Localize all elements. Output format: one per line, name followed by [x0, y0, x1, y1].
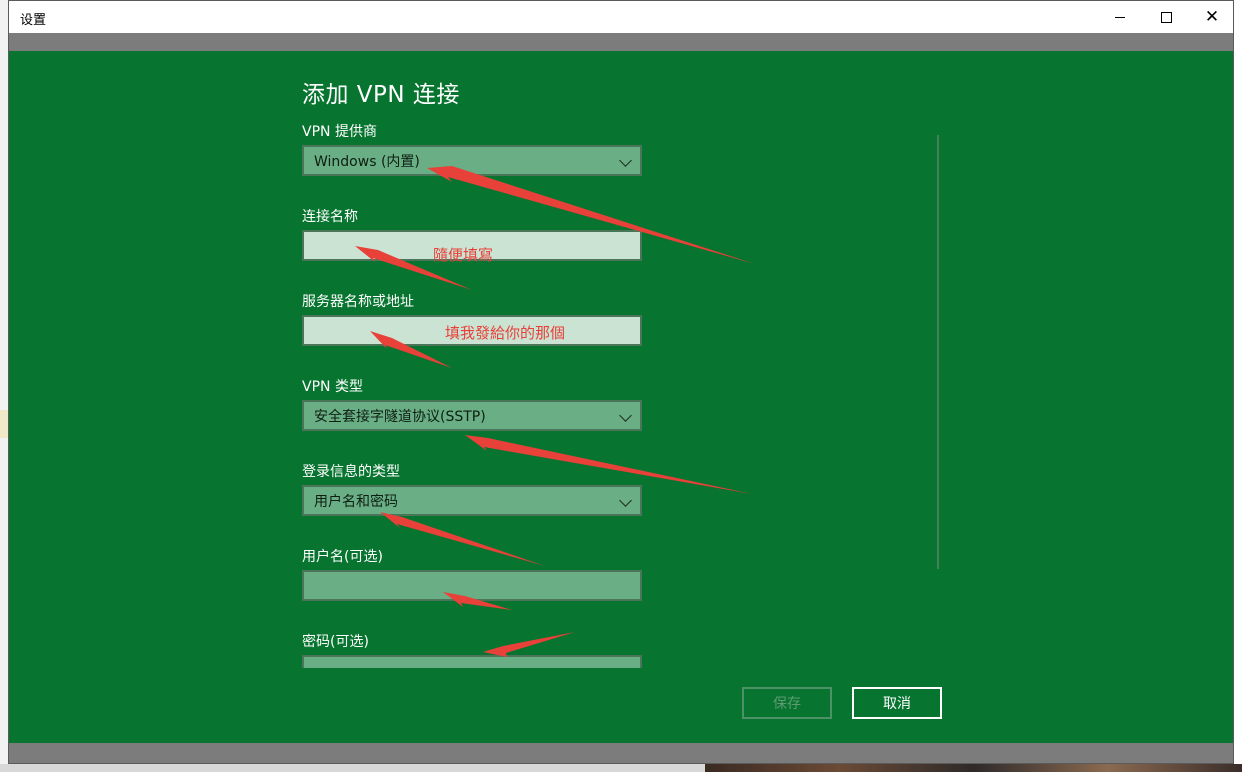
background-taskbar-strip: [0, 764, 1242, 772]
background-window-right: [1234, 0, 1242, 772]
password-label: 密码(可选): [302, 634, 369, 650]
vpn-type-dropdown[interactable]: 安全套接字隧道协议(SSTP): [302, 400, 642, 431]
top-band: [9, 33, 1233, 51]
close-icon: ✕: [1204, 6, 1220, 27]
add-vpn-panel: 添加 VPN 连接 VPN 提供商 Windows (内置) 连接名称 隨便填寫…: [9, 51, 1233, 725]
signin-type-label: 登录信息的类型: [302, 464, 400, 480]
maximize-button[interactable]: [1143, 1, 1189, 33]
password-input[interactable]: [302, 655, 642, 668]
bottom-band: [9, 743, 1233, 763]
cancel-button[interactable]: 取消: [852, 687, 942, 719]
chevron-down-icon: [619, 409, 632, 422]
connection-name-annotation: 隨便填寫: [433, 246, 494, 264]
chevron-down-icon: [619, 154, 632, 167]
vpn-provider-value: Windows (内置): [314, 154, 420, 170]
server-address-label: 服务器名称或地址: [302, 294, 414, 310]
close-button[interactable]: ✕: [1189, 1, 1235, 33]
page-title: 添加 VPN 连接: [302, 82, 460, 108]
username-label: 用户名(可选): [302, 549, 383, 565]
background-window-left: [0, 0, 8, 772]
window-title: 设置: [20, 13, 47, 28]
title-bar: 设置 ✕: [9, 1, 1233, 33]
vpn-provider-label: VPN 提供商: [302, 124, 377, 140]
username-input[interactable]: [302, 570, 642, 601]
maximize-icon: [1160, 11, 1172, 23]
connection-name-label: 连接名称: [302, 209, 358, 225]
scrollbar[interactable]: [937, 135, 939, 569]
minimize-icon: [1115, 16, 1125, 18]
chevron-down-icon: [619, 494, 632, 507]
settings-window: 设置 ✕ 添加 VPN 连接 VPN 提供商 Windows (内置) 连接名称…: [8, 0, 1234, 764]
minimize-button[interactable]: [1097, 1, 1143, 33]
background-stripe: [0, 410, 8, 438]
signin-type-value: 用户名和密码: [314, 494, 398, 510]
vpn-type-value: 安全套接字隧道协议(SSTP): [314, 409, 486, 425]
vpn-provider-dropdown[interactable]: Windows (内置): [302, 145, 642, 176]
background-photo: [705, 764, 1242, 772]
signin-type-dropdown[interactable]: 用户名和密码: [302, 485, 642, 516]
save-button[interactable]: 保存: [742, 687, 832, 719]
vpn-type-label: VPN 类型: [302, 379, 363, 395]
server-address-annotation: 填我發給你的那個: [445, 324, 566, 342]
